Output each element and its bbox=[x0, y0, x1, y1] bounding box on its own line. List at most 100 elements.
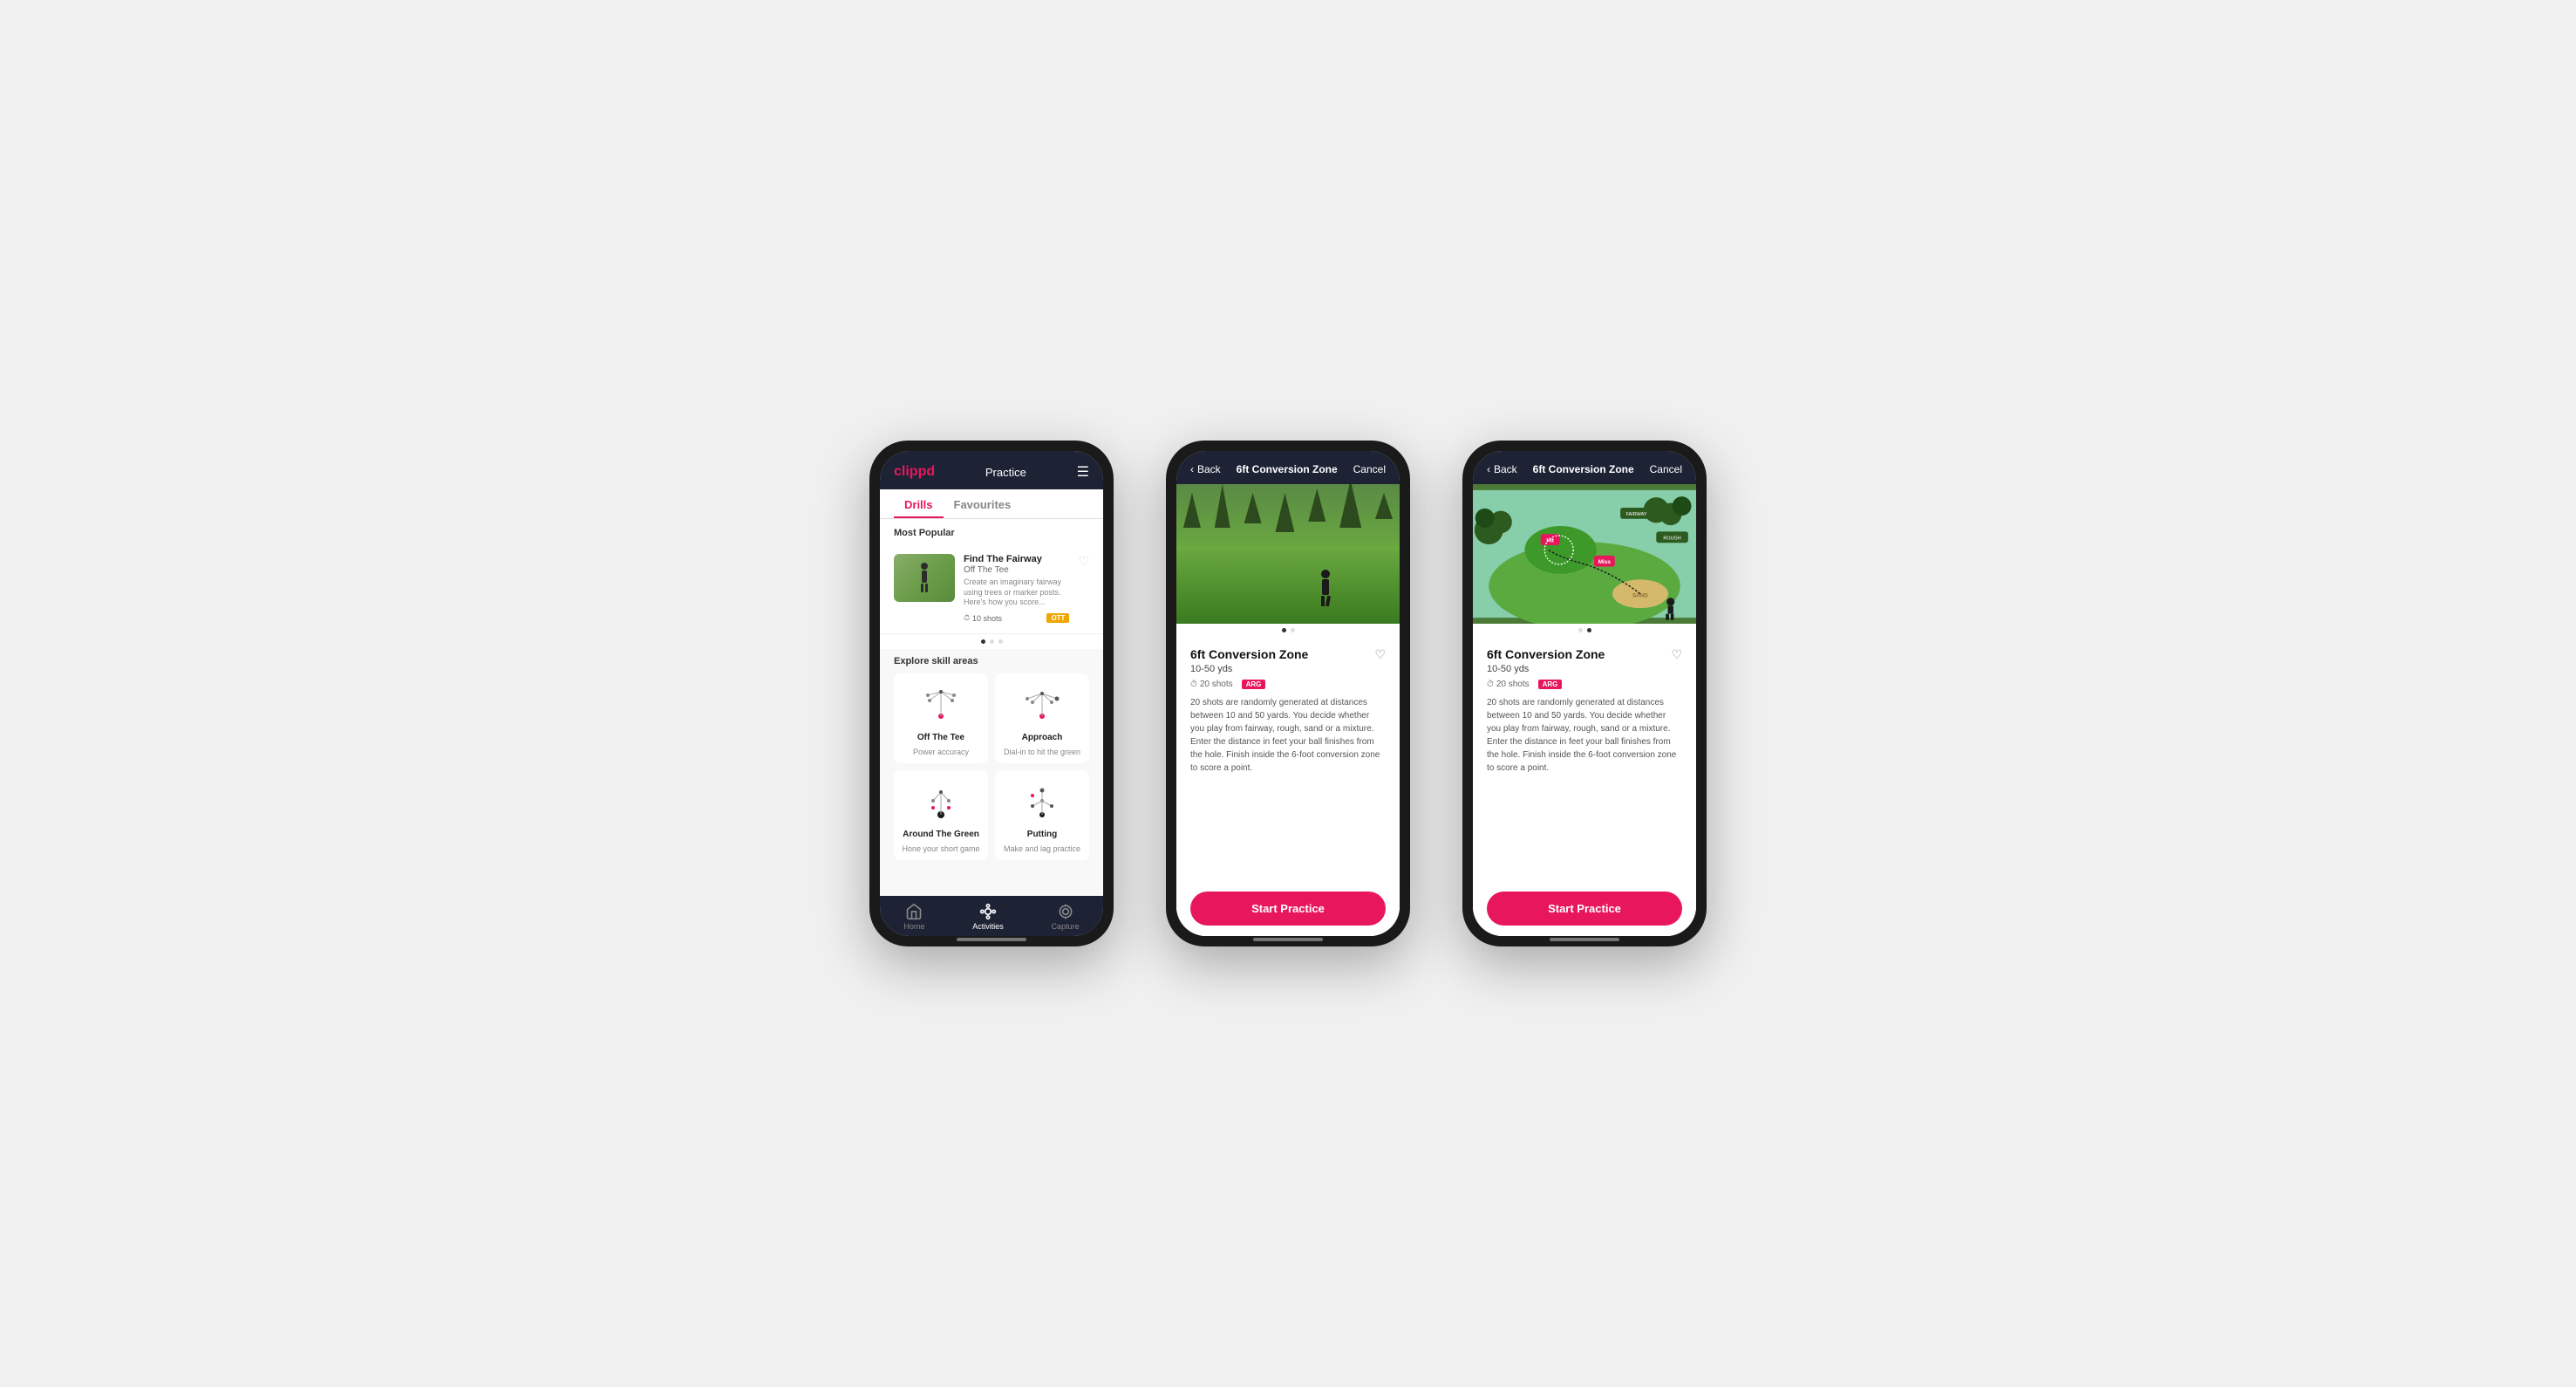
drill-shots: ⏱ 10 shots bbox=[964, 613, 1002, 623]
skill-name-ott: Off The Tee bbox=[917, 733, 964, 742]
activities-icon bbox=[979, 903, 997, 920]
tree-3 bbox=[1244, 493, 1262, 523]
svg-text:ROUGH: ROUGH bbox=[1663, 536, 1680, 542]
skill-name-atg: Around The Green bbox=[903, 830, 979, 839]
skill-card-off-the-tee[interactable]: Off The Tee Power accuracy bbox=[894, 673, 988, 763]
svg-text:Miss: Miss bbox=[1598, 559, 1612, 565]
golfer-head bbox=[921, 563, 928, 570]
drill-course-illustration: Hit Miss FAIRWAY ROUGH SAND bbox=[1473, 484, 1696, 624]
p3-drill-title: 6ft Conversion Zone ♡ bbox=[1487, 647, 1682, 662]
golfer-legs bbox=[916, 584, 933, 592]
favourite-icon[interactable]: ♡ bbox=[1078, 554, 1089, 623]
p2-dot-1 bbox=[1282, 628, 1286, 632]
dot-1 bbox=[981, 639, 985, 644]
menu-icon[interactable]: ☰ bbox=[1077, 463, 1089, 481]
p2-drill-title: 6ft Conversion Zone ♡ bbox=[1190, 647, 1386, 662]
nav-activities-label: Activities bbox=[972, 922, 1004, 931]
shots-count: 10 shots bbox=[972, 614, 1002, 623]
home-icon bbox=[905, 903, 923, 920]
p3-meta: ⏱ 20 shots ARG bbox=[1487, 680, 1682, 689]
back-button[interactable]: ‹ Back bbox=[1190, 463, 1221, 475]
phone3-back-chevron: ‹ bbox=[1487, 463, 1490, 475]
drill-subtitle: Off The Tee bbox=[964, 565, 1069, 575]
skill-card-putting[interactable]: Putting Make and lag practice bbox=[995, 770, 1089, 860]
p3-drill-range: 10-50 yds bbox=[1487, 664, 1682, 674]
skill-desc-atg: Hone your short game bbox=[902, 844, 979, 853]
drill-photo bbox=[1176, 484, 1400, 624]
skill-desc-approach: Dial-in to hit the green bbox=[1004, 748, 1080, 756]
back-label: Back bbox=[1197, 463, 1221, 475]
golf-photo-bg bbox=[1176, 484, 1400, 624]
p3-description: 20 shots are randomly generated at dista… bbox=[1487, 696, 1682, 775]
skill-name-putting: Putting bbox=[1027, 830, 1057, 839]
cancel-button[interactable]: Cancel bbox=[1353, 463, 1386, 475]
home-indicator-1 bbox=[957, 938, 1026, 941]
approach-icon-area bbox=[1016, 684, 1068, 728]
phone3-back-button[interactable]: ‹ Back bbox=[1487, 463, 1517, 475]
around-green-icon-area bbox=[915, 781, 967, 824]
start-practice-button-2[interactable]: Start Practice bbox=[1190, 892, 1386, 926]
golfer-leg-left bbox=[921, 584, 923, 592]
start-practice-button-3[interactable]: Start Practice bbox=[1487, 892, 1682, 926]
putting-icon bbox=[1019, 782, 1067, 823]
phone3-header: ‹ Back 6ft Conversion Zone Cancel bbox=[1473, 451, 1696, 484]
p2-drill-range: 10-50 yds bbox=[1190, 664, 1386, 674]
p2-fav-icon[interactable]: ♡ bbox=[1374, 647, 1386, 662]
tree-5 bbox=[1308, 489, 1325, 522]
tree-1 bbox=[1183, 493, 1201, 528]
p3-tag-arg: ARG bbox=[1538, 680, 1563, 689]
drill-thumbnail bbox=[894, 554, 955, 602]
phones-container: clippd Practice ☰ Drills Favourites Most… bbox=[869, 441, 1707, 946]
p3-dot-2 bbox=[1587, 628, 1591, 632]
p3-clock-icon: ⏱ bbox=[1487, 680, 1494, 689]
home-indicator-3 bbox=[1550, 938, 1619, 941]
drill-meta: ⏱ 10 shots OTT bbox=[964, 613, 1069, 623]
photo-golfer-head bbox=[1321, 570, 1330, 578]
drill-tag-ott: OTT bbox=[1046, 613, 1069, 623]
approach-icon bbox=[1019, 685, 1067, 727]
phone3-detail: 6ft Conversion Zone ♡ 10-50 yds ⏱ 20 sho… bbox=[1473, 637, 1696, 883]
nav-activities[interactable]: Activities bbox=[972, 903, 1004, 931]
p3-shots: ⏱ 20 shots bbox=[1487, 680, 1530, 689]
course-svg: Hit Miss FAIRWAY ROUGH SAND bbox=[1473, 484, 1696, 624]
golfer-figure bbox=[916, 563, 933, 593]
tree-7 bbox=[1375, 493, 1393, 519]
skill-grid: Off The Tee Power accuracy bbox=[894, 673, 1089, 860]
header-title: Practice bbox=[985, 466, 1026, 479]
app-logo: clippd bbox=[894, 464, 935, 480]
home-indicator-2 bbox=[1253, 938, 1323, 941]
tab-drills[interactable]: Drills bbox=[894, 489, 944, 518]
capture-icon bbox=[1057, 903, 1074, 920]
p2-tag-arg: ARG bbox=[1242, 680, 1266, 689]
nav-home[interactable]: Home bbox=[903, 903, 924, 931]
p3-shots-count: 20 shots bbox=[1496, 680, 1530, 689]
phone2-footer: Start Practice bbox=[1176, 883, 1400, 936]
p3-fav-icon[interactable]: ♡ bbox=[1671, 647, 1682, 662]
clock-icon: ⏱ bbox=[964, 613, 970, 623]
phone3-cancel-button[interactable]: Cancel bbox=[1650, 463, 1682, 475]
svg-text:SAND: SAND bbox=[1632, 592, 1648, 598]
explore-label: Explore skill areas bbox=[894, 656, 1089, 666]
most-popular-label: Most Popular bbox=[880, 519, 1103, 543]
p2-description: 20 shots are randomly generated at dista… bbox=[1190, 696, 1386, 775]
tab-favourites[interactable]: Favourites bbox=[944, 489, 1022, 518]
skill-card-around-green[interactable]: Around The Green Hone your short game bbox=[894, 770, 988, 860]
golfer-body bbox=[922, 571, 927, 583]
svg-text:FAIRWAY: FAIRWAY bbox=[1625, 512, 1646, 517]
around-green-icon bbox=[917, 782, 965, 823]
phone2-detail: 6ft Conversion Zone ♡ 10-50 yds ⏱ 20 sho… bbox=[1176, 637, 1400, 883]
skill-name-approach: Approach bbox=[1022, 733, 1063, 742]
nav-capture[interactable]: Capture bbox=[1052, 903, 1080, 931]
drill-title: Find The Fairway bbox=[964, 554, 1069, 564]
p2-dot-2 bbox=[1291, 628, 1295, 632]
phone-3: ‹ Back 6ft Conversion Zone Cancel bbox=[1462, 441, 1707, 946]
drill-info: Find The Fairway Off The Tee Create an i… bbox=[964, 554, 1069, 623]
nav-capture-label: Capture bbox=[1052, 922, 1080, 931]
phone2-header: ‹ Back 6ft Conversion Zone Cancel bbox=[1176, 451, 1400, 484]
phone3-footer: Start Practice bbox=[1473, 883, 1696, 936]
featured-drill-card[interactable]: Find The Fairway Off The Tee Create an i… bbox=[880, 543, 1103, 634]
skill-card-approach[interactable]: Approach Dial-in to hit the green bbox=[995, 673, 1089, 763]
phone2-header-title: 6ft Conversion Zone bbox=[1237, 463, 1338, 475]
skill-areas-section: Explore skill areas bbox=[880, 649, 1103, 867]
dot-2 bbox=[990, 639, 994, 644]
